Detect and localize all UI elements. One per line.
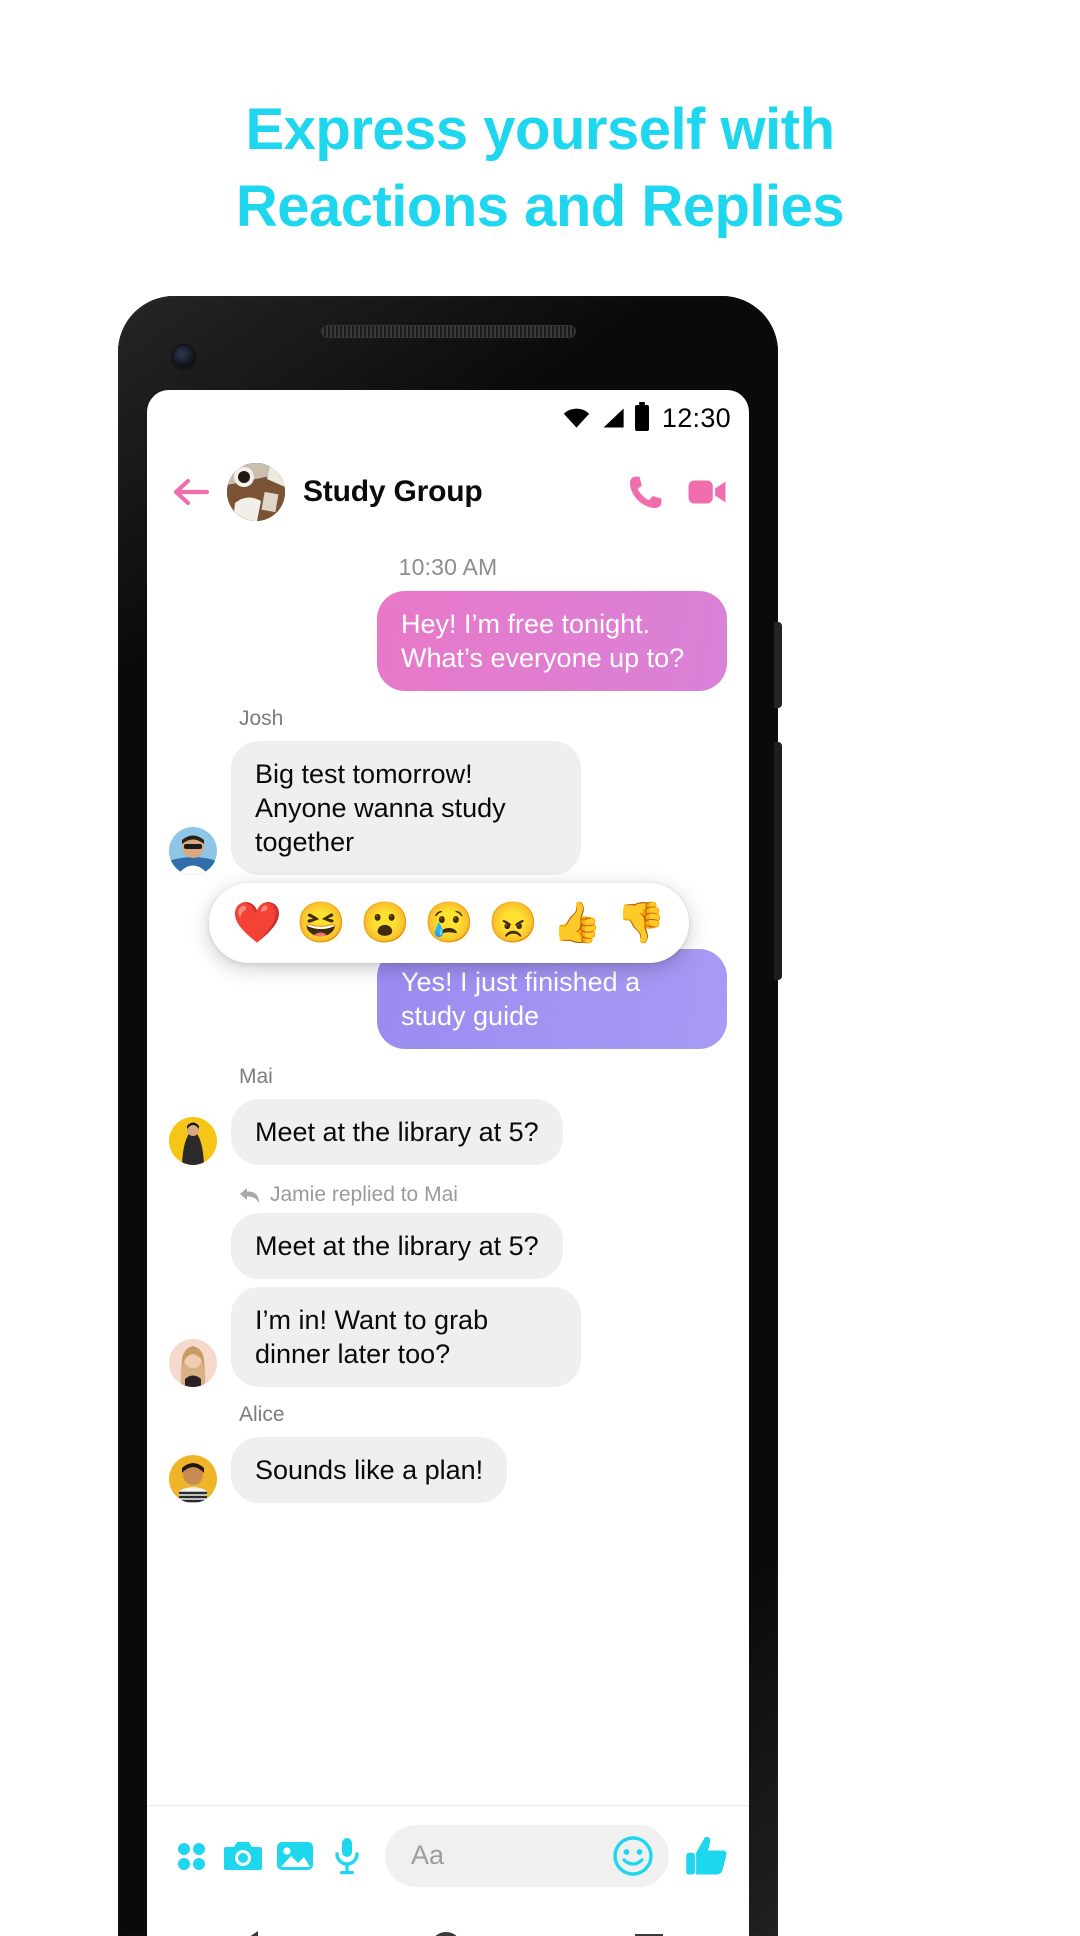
avatar-image-jamie — [169, 1339, 217, 1388]
camera-icon — [224, 1841, 262, 1870]
message-bubble-incoming[interactable]: Meet at the library at 5? — [231, 1099, 563, 1166]
front-camera-icon — [173, 346, 195, 368]
thumbs-down-reaction[interactable]: 👎 — [616, 903, 666, 943]
microphone-button[interactable] — [321, 1830, 373, 1882]
reply-arrow-icon — [240, 1187, 259, 1203]
page-title: Study Group — [303, 475, 483, 508]
chat-header: Study Group — [147, 446, 749, 538]
power-button[interactable] — [774, 622, 782, 708]
sad-reaction[interactable]: 😢 — [424, 903, 474, 943]
phone-mockup: 12:30 Study Group 10:30 AM Hey! I’m free… — [118, 296, 782, 1936]
avatar-image-josh — [169, 827, 217, 876]
wifi-icon — [563, 408, 590, 428]
message-sender-name: Mai — [239, 1065, 273, 1089]
gallery-icon — [277, 1841, 313, 1870]
message-bubble-outgoing[interactable]: Hey! I’m free tonight. What’s everyone u… — [377, 591, 727, 692]
message-row: Big test tomorrow! Anyone wanna study to… — [169, 741, 727, 876]
video-call-icon[interactable] — [687, 477, 727, 507]
compose-bar: Aa — [147, 1805, 749, 1905]
message-input[interactable]: Aa — [385, 1824, 669, 1887]
message-thread[interactable]: 10:30 AM Hey! I’m free tonight. What’s e… — [147, 554, 749, 1805]
avatar[interactable] — [169, 1455, 217, 1504]
avatar[interactable] — [169, 827, 217, 876]
message-row: Yes! I just finished a study guide — [169, 949, 727, 1050]
android-nav-bar — [147, 1905, 749, 1936]
message-bubble-incoming[interactable]: Sounds like a plan! — [231, 1437, 508, 1504]
apps-grid-button[interactable] — [165, 1830, 217, 1882]
group-avatar-image — [227, 463, 285, 521]
wow-reaction[interactable]: 😮 — [360, 903, 410, 943]
microphone-icon — [335, 1837, 359, 1874]
status-time: 12:30 — [661, 402, 731, 433]
phone-screen: 12:30 Study Group 10:30 AM Hey! I’m free… — [147, 390, 749, 1936]
message-sender-name: Alice — [239, 1403, 285, 1427]
thumbs-up-icon[interactable] — [683, 1832, 731, 1880]
message-sender-name: Josh — [239, 707, 284, 731]
emoji-smiley-icon[interactable] — [611, 1834, 655, 1878]
nav-back-icon[interactable] — [233, 1931, 259, 1936]
message-row: Meet at the library at 5? — [169, 1213, 727, 1280]
avatar[interactable] — [169, 1339, 217, 1388]
back-button[interactable] — [169, 470, 213, 514]
thumbs-up-reaction[interactable]: 👍 — [552, 903, 602, 943]
nav-home-icon[interactable] — [430, 1932, 463, 1936]
avatar[interactable] — [227, 463, 285, 521]
avatar[interactable] — [169, 1117, 217, 1166]
message-row: I’m in! Want to grab dinner later too? — [169, 1287, 727, 1388]
headline-line-2: Reactions and Replies — [235, 173, 845, 239]
reply-indicator: Jamie replied to Mai — [239, 1183, 727, 1207]
back-arrow-icon — [173, 478, 210, 506]
message-row: Sounds like a plan! — [169, 1437, 727, 1504]
battery-icon — [634, 402, 649, 431]
avatar-image-mai — [169, 1117, 217, 1166]
message-bubble-incoming[interactable]: I’m in! Want to grab dinner later too? — [231, 1287, 581, 1388]
message-bubble-incoming[interactable]: Big test tomorrow! Anyone wanna study to… — [231, 741, 581, 876]
message-row: Meet at the library at 5? — [169, 1099, 727, 1166]
phone-call-icon[interactable] — [627, 473, 665, 511]
haha-reaction[interactable]: 😆 — [296, 903, 346, 943]
earpiece-speaker — [321, 325, 576, 338]
status-bar: 12:30 — [147, 390, 749, 446]
message-input-placeholder: Aa — [411, 1840, 445, 1870]
gallery-button[interactable] — [269, 1830, 321, 1882]
angry-reaction[interactable]: 😠 — [488, 903, 538, 943]
message-bubble-incoming[interactable]: Meet at the library at 5? — [231, 1213, 563, 1280]
heart-reaction[interactable]: ❤️ — [232, 903, 282, 943]
volume-button[interactable] — [774, 742, 782, 980]
message-bubble-outgoing[interactable]: Yes! I just finished a study guide — [377, 949, 727, 1050]
message-row: Hey! I’m free tonight. What’s everyone u… — [169, 591, 727, 692]
headline-line-1: Express yourself with — [245, 97, 835, 162]
avatar-image-alice — [169, 1455, 217, 1504]
thread-timestamp: 10:30 AM — [398, 554, 498, 580]
chat-header-actions — [627, 473, 727, 511]
promo-headline: Express yourself with Reactions and Repl… — [0, 92, 1080, 245]
cellular-signal-icon — [603, 408, 624, 428]
reaction-picker[interactable]: ❤️ 😆 😮 😢 😠 👍 👎 — [209, 883, 689, 963]
apps-grid-icon — [178, 1842, 205, 1870]
reply-indicator-label: Jamie replied to Mai — [270, 1183, 458, 1207]
camera-button[interactable] — [217, 1830, 269, 1882]
